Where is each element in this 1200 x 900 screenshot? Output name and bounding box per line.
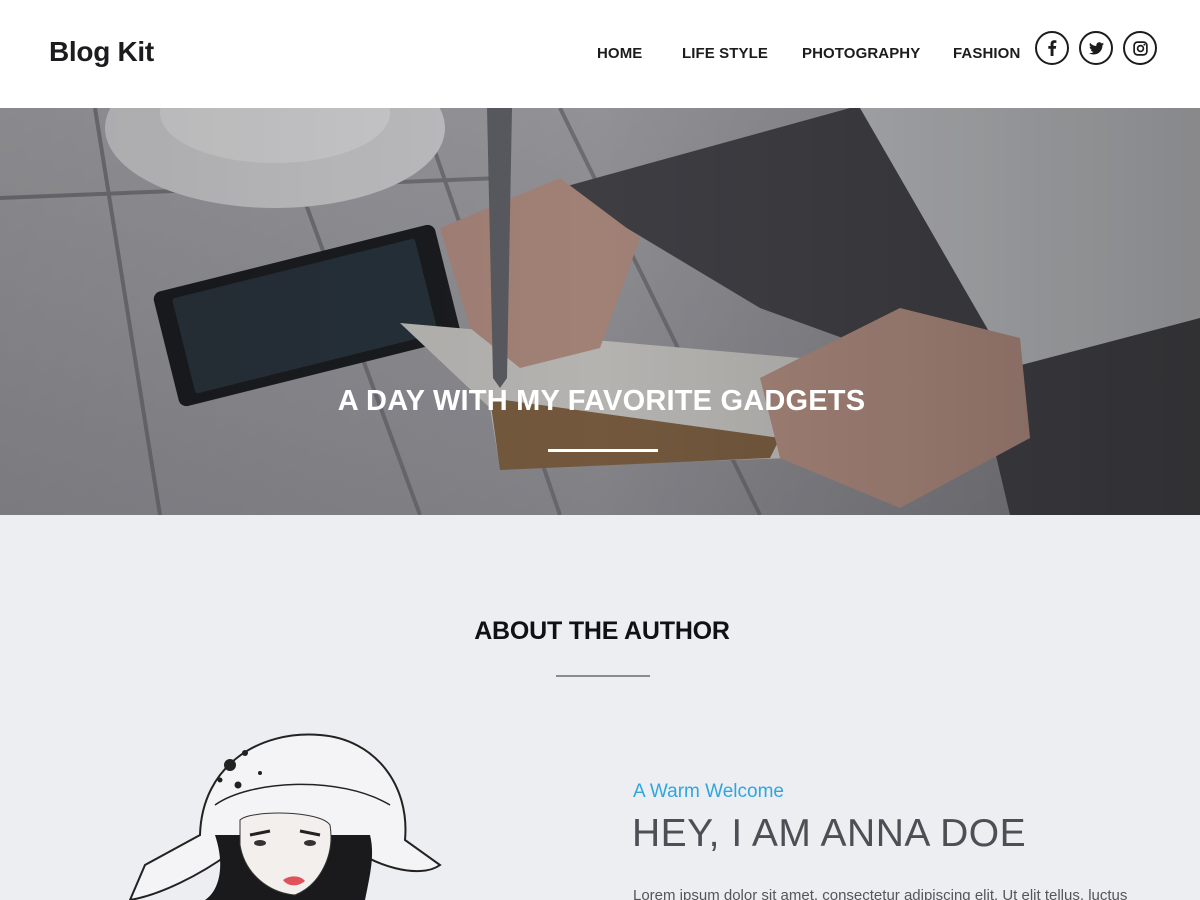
author-illustration [128,733,442,900]
instagram-icon [1132,40,1148,56]
nav-item-home[interactable]: HOME [597,45,642,62]
welcome-kicker: A Warm Welcome [633,781,784,802]
author-intro-text: Lorem ipsum dolor sit amet, consectetur … [633,887,1128,900]
site-logo[interactable]: Blog Kit [49,36,154,68]
twitter-icon [1088,41,1104,54]
facebook-link[interactable] [1035,31,1069,65]
hero-divider [548,449,658,452]
about-heading: ABOUT THE AUTHOR [474,617,730,645]
site-header: Blog Kit HOME LIFE STYLE PHOTOGRAPHY FAS… [0,0,1200,108]
hero-title[interactable]: A DAY WITH MY FAVORITE GADGETS [0,385,1200,418]
nav-item-life-style[interactable]: LIFE STYLE [682,45,768,62]
twitter-link[interactable] [1079,31,1113,65]
hero-background-image [0,108,1200,515]
hero-banner: A DAY WITH MY FAVORITE GADGETS [0,108,1200,515]
about-divider [556,675,650,677]
author-portrait [120,725,450,900]
author-name: HEY, I AM ANNA DOE [632,812,1027,855]
instagram-link[interactable] [1123,31,1157,65]
nav-item-photography[interactable]: PHOTOGRAPHY [802,45,920,62]
facebook-icon [1048,40,1057,56]
nav-item-fashion[interactable]: FASHION [953,45,1020,62]
